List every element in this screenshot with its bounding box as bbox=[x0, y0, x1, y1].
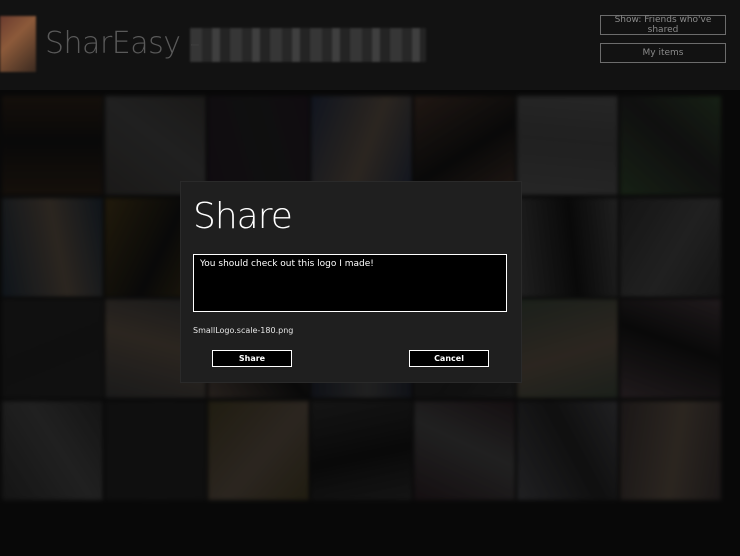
share-button[interactable]: Share bbox=[212, 350, 292, 367]
my-items-button[interactable]: My items bbox=[600, 43, 726, 63]
redacted-user-name bbox=[190, 28, 426, 62]
app-header: SharEasy - Show: Friends who've shared M… bbox=[0, 0, 740, 90]
app-title: SharEasy - bbox=[45, 26, 200, 61]
avatar bbox=[0, 16, 36, 72]
cancel-button[interactable]: Cancel bbox=[409, 350, 489, 367]
attachment-filename: SmallLogo.scale-180.png bbox=[193, 326, 294, 335]
share-message-input[interactable]: You should check out this logo I made! bbox=[193, 254, 507, 312]
dialog-title: Share bbox=[193, 196, 293, 237]
filter-friends-button[interactable]: Show: Friends who've shared bbox=[600, 15, 726, 35]
share-dialog: Share You should check out this logo I m… bbox=[181, 182, 521, 382]
